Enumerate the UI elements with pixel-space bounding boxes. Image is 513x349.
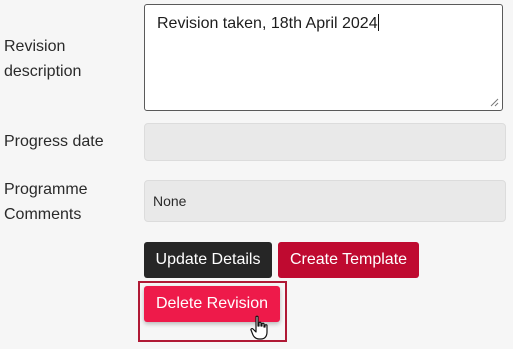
progress-date-label: Progress date (4, 133, 104, 150)
text-caret (377, 14, 379, 31)
progress-date-field (144, 123, 506, 161)
resize-grip-icon[interactable] (490, 98, 499, 107)
revision-description-textarea[interactable]: Revision taken, 18th April 2024 (144, 4, 503, 111)
hand-pointer-icon (250, 315, 268, 340)
update-details-button[interactable]: Update Details (144, 242, 272, 278)
revision-description-value: Revision taken, 18th April 2024 (157, 15, 378, 32)
create-template-button[interactable]: Create Template (278, 242, 419, 278)
programme-comments-field: None (144, 180, 506, 222)
programme-comments-label: Programme Comments (4, 181, 88, 223)
revision-description-label: Revision description (4, 38, 82, 80)
